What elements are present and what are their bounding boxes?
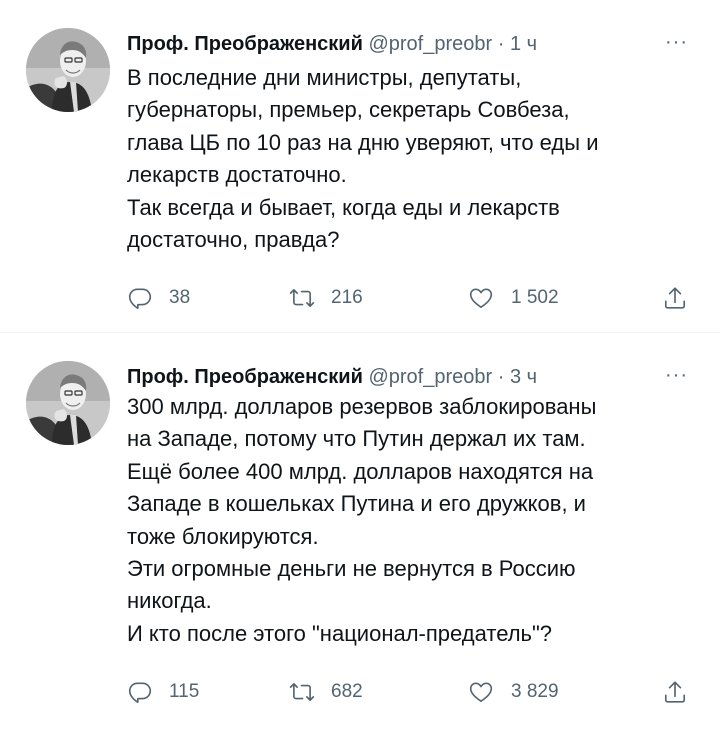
- tweet-text-line: тоже блокируются.: [127, 523, 319, 549]
- author-name[interactable]: Проф. Преображенский: [127, 366, 363, 388]
- like-button[interactable]: 1 502: [467, 283, 559, 313]
- retweet-icon: [289, 683, 315, 701]
- more-icon[interactable]: ···: [665, 30, 688, 54]
- retweet-icon: [289, 289, 315, 307]
- tweet-text: В последние дни министры, депутаты, губе…: [127, 62, 697, 256]
- action-bar: 38 216 1 502: [127, 283, 697, 313]
- reply-count: 38: [169, 287, 191, 308]
- reply-count: 115: [169, 681, 200, 702]
- reply-button[interactable]: 38: [127, 283, 190, 313]
- tweet-text-line: Ещё более 400 млрд. долларов находятся н…: [127, 458, 594, 484]
- tweet-text-line: Эти огромные деньги не вернутся в Россию: [127, 556, 576, 582]
- tweet-text-line: глава ЦБ по 10 раз на дню уверяют, что е…: [127, 129, 599, 155]
- heart-icon: [469, 682, 493, 703]
- more-icon[interactable]: ···: [665, 363, 688, 387]
- share-icon: [664, 287, 686, 309]
- share-button[interactable]: [662, 677, 688, 707]
- tweet-text-line: В последние дни министры, депутаты,: [127, 65, 522, 90]
- separator: ·: [497, 33, 505, 55]
- retweet-count: 682: [331, 681, 363, 702]
- author-handle[interactable]: @prof_preobr: [368, 366, 492, 388]
- heart-icon: [469, 288, 493, 309]
- like-button[interactable]: 3 829: [467, 677, 559, 707]
- retweet-button[interactable]: 216: [289, 283, 363, 313]
- timestamp[interactable]: 3 ч: [510, 366, 537, 388]
- like-count: 1 502: [511, 287, 559, 308]
- tweet-text-line: никогда.: [127, 588, 212, 614]
- tweet-text-line: достаточно, правда?: [127, 227, 340, 253]
- tweet-text-line: Западе в кошельках Путина и его дружков,…: [127, 491, 586, 517]
- avatar[interactable]: [26, 361, 110, 445]
- tweet-text-line: лекарств достаточно.: [127, 162, 347, 188]
- retweet-count: 216: [331, 287, 363, 308]
- share-icon: [664, 681, 686, 703]
- action-bar: 115 682 3 829: [127, 677, 697, 707]
- separator: ·: [497, 366, 505, 388]
- reply-icon: [128, 682, 152, 703]
- tweet-text-line: 300 млрд. долларов резервов заблокирован…: [127, 394, 597, 419]
- like-count: 3 829: [511, 681, 559, 702]
- tweet[interactable]: Проф. Преображенский @prof_preobr · 3 ч …: [0, 333, 720, 739]
- tweet-text: 300 млрд. долларов резервов заблокирован…: [127, 391, 697, 650]
- tweet-text-line: на Западе, потому что Путин держал их та…: [127, 426, 586, 452]
- avatar[interactable]: [26, 28, 110, 112]
- share-button[interactable]: [662, 283, 688, 313]
- tweet-header: Проф. Преображенский @prof_preobr · 3 ч …: [127, 363, 696, 391]
- tweet-text-line: Так всегда и бывает, когда еды и лекарст…: [127, 194, 560, 220]
- tweet[interactable]: Проф. Преображенский @prof_preobr · 1 ч …: [0, 0, 720, 333]
- tweet-text-line: И кто после этого "национал-предатель"?: [127, 620, 553, 646]
- timestamp[interactable]: 1 ч: [510, 33, 537, 55]
- reply-icon: [128, 288, 152, 309]
- tweet-text-line: губернаторы, премьер, секретарь Совбеза,: [127, 97, 570, 123]
- tweet-header: Проф. Преображенский @prof_preobr · 1 ч …: [127, 30, 696, 58]
- retweet-button[interactable]: 682: [289, 677, 363, 707]
- reply-button[interactable]: 115: [127, 677, 199, 707]
- author-name[interactable]: Проф. Преображенский: [127, 33, 363, 55]
- author-handle[interactable]: @prof_preobr: [368, 33, 492, 55]
